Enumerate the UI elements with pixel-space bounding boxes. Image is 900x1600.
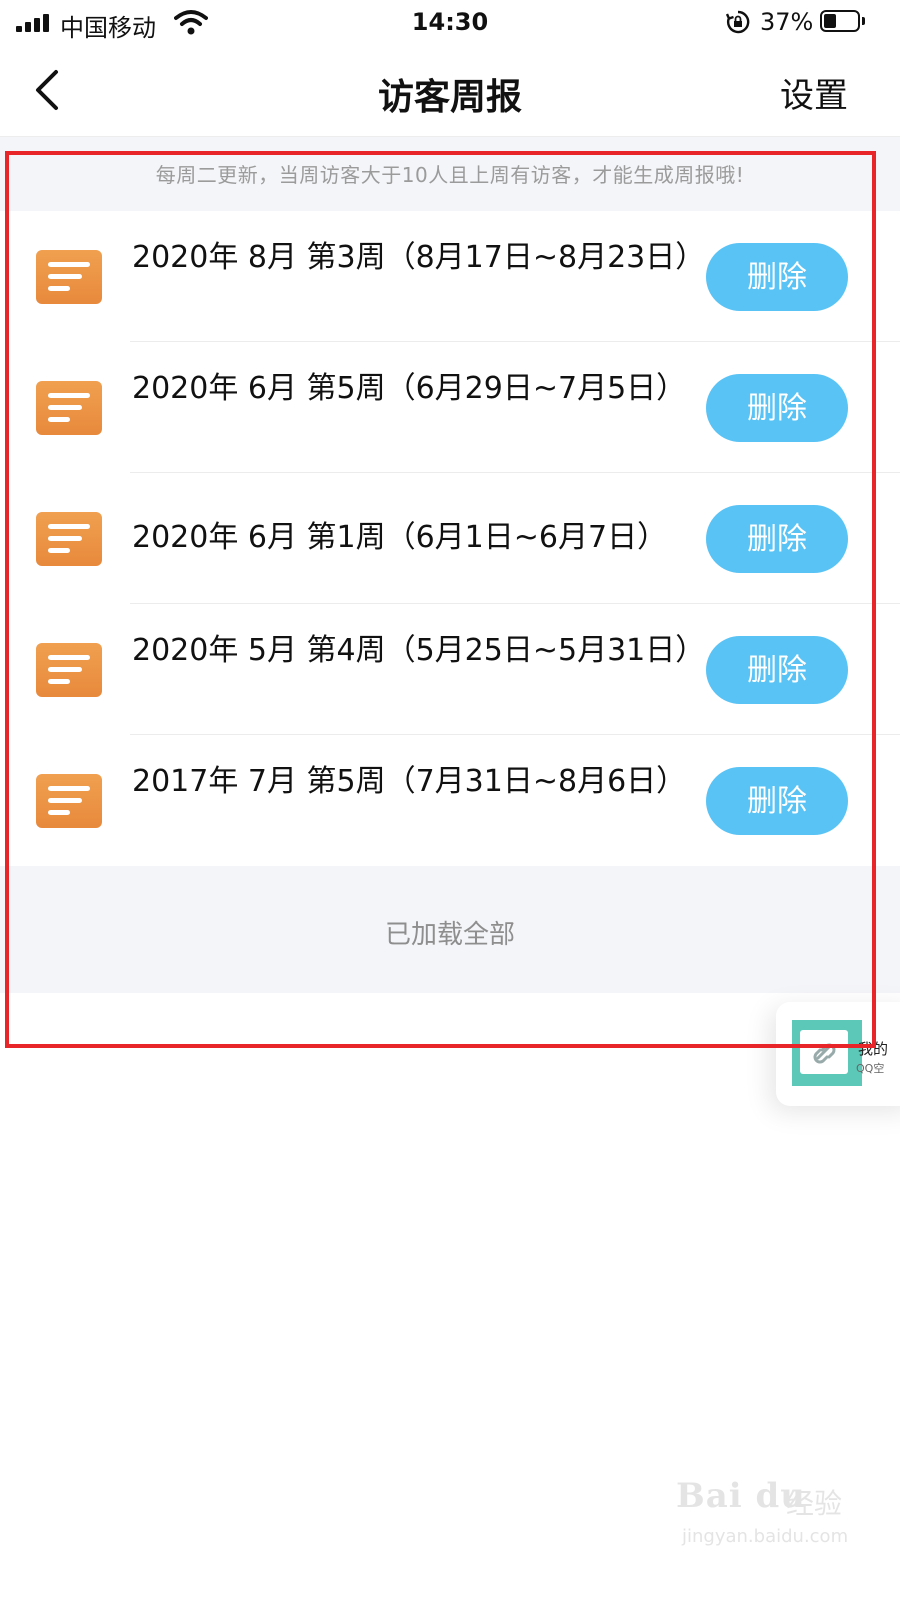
share-card-title: 我的 <box>858 1040 889 1058</box>
report-title: 2020年 6月 第1周（6月1日~6月7日） <box>132 520 668 555</box>
battery-icon <box>820 10 860 32</box>
floating-share-card[interactable]: 我的 QQ空 <box>776 1002 900 1106</box>
delete-button[interactable]: 删除 <box>706 374 848 442</box>
share-thumbnail <box>792 1020 862 1086</box>
report-row[interactable]: 2020年 6月 第5周（6月29日~7月5日） 删除 <box>0 342 900 473</box>
share-card-subtitle: QQ空 <box>856 1062 885 1075</box>
report-title: 2020年 5月 第4周（5月25日~5月31日） <box>132 633 706 668</box>
nav-bar: 访客周报 设置 <box>0 46 900 137</box>
watermark-label: 经验 <box>786 1487 843 1520</box>
report-document-icon <box>36 774 102 828</box>
delete-button[interactable]: 删除 <box>706 636 848 704</box>
report-row[interactable]: 2020年 5月 第4周（5月25日~5月31日） 删除 <box>0 604 900 735</box>
baidu-watermark: Bai du 经验 jingyan.baidu.com <box>674 1470 874 1560</box>
report-row[interactable]: 2020年 8月 第3周（8月17日~8月23日） 删除 <box>0 211 900 342</box>
link-icon <box>813 1043 836 1064</box>
report-title: 2020年 6月 第5周（6月29日~7月5日） <box>132 371 687 406</box>
page-title: 访客周报 <box>377 77 522 118</box>
report-document-icon <box>36 381 102 435</box>
report-list: 2020年 8月 第3周（8月17日~8月23日） 删除 2020年 6月 第5… <box>0 211 900 866</box>
battery-tip <box>862 17 865 25</box>
delete-button[interactable]: 删除 <box>706 243 848 311</box>
settings-button[interactable]: 设置 <box>780 68 848 117</box>
notice-text: 每周二更新，当周访客大于10人且上周有访客，才能生成周报哦! <box>155 163 745 187</box>
report-document-icon <box>36 250 102 304</box>
list-footer: 已加载全部 <box>0 866 900 993</box>
rotation-lock-icon <box>726 10 750 34</box>
battery-percent: 37% <box>760 8 814 36</box>
report-title: 2017年 7月 第5周（7月31日~8月6日） <box>132 764 687 799</box>
report-document-icon <box>36 643 102 697</box>
notice-banner: 每周二更新，当周访客大于10人且上周有访客，才能生成周报哦! <box>0 137 900 211</box>
loaded-all-text: 已加载全部 <box>384 920 515 950</box>
delete-button[interactable]: 删除 <box>706 505 848 573</box>
report-title: 2020年 8月 第3周（8月17日~8月23日） <box>132 240 706 275</box>
report-row[interactable]: 2017年 7月 第5周（7月31日~8月6日） 删除 <box>0 735 900 866</box>
watermark-url: jingyan.baidu.com <box>682 1526 849 1547</box>
status-bar: 中国移动 14:30 37% <box>0 0 900 46</box>
delete-button[interactable]: 删除 <box>706 767 848 835</box>
report-document-icon <box>36 512 102 566</box>
report-row[interactable]: 2020年 6月 第1周（6月1日~6月7日） 删除 <box>0 473 900 604</box>
